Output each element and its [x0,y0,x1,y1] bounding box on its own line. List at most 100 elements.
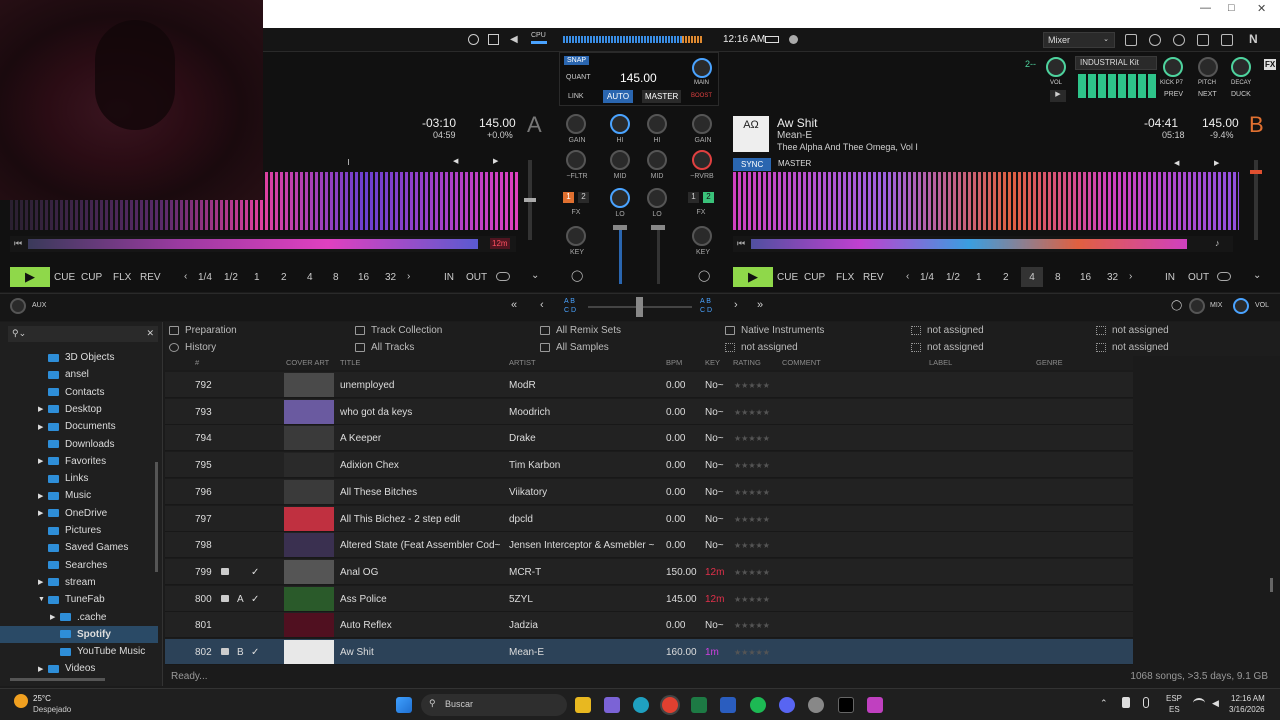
deck-b-master-button[interactable]: MASTER [778,159,811,168]
deck-b-loop-size[interactable]: 1/2 [946,272,960,283]
tree-item[interactable]: ▶ OneDrive [0,505,158,522]
gain-knob-a[interactable] [566,114,586,134]
table-row[interactable]: 793 who got da keys Moodrich 0.00 No~ ★★★★★ [165,398,1133,425]
maximize-icon[interactable]: □ [1228,2,1235,14]
caret-right-icon[interactable]: ▶ [38,665,48,673]
power-icon[interactable] [468,34,479,45]
deck-a-tempo-fader[interactable] [524,160,536,240]
hi-knob-a[interactable] [610,114,630,134]
caret-right-icon[interactable]: ▶ [38,578,48,586]
caret-right-icon[interactable]: ▶ [38,423,48,431]
deck-a-in-button[interactable]: IN [444,272,454,283]
tree-item[interactable]: Saved Games [0,539,158,556]
filter-knob-a[interactable] [566,150,586,170]
favorite-slot[interactable]: not assigned [911,325,984,336]
tree-hscrollbar[interactable] [10,678,105,681]
excel-icon[interactable] [691,697,707,713]
gain-knob-b[interactable] [692,114,712,134]
crossfader-right-icon[interactable]: › [734,299,738,311]
tree-item[interactable]: Searches [0,557,158,574]
fx-vol-knob[interactable] [1046,57,1066,77]
favorite-slot[interactable]: not assigned [1096,342,1169,353]
crossfader-handle[interactable] [636,297,643,317]
deck-b-jump-back-icon[interactable]: ◀ [1174,159,1179,167]
table-row[interactable]: 797 All This Bichez - 2 step edit dpcld 0.0… [165,505,1133,532]
lo-knob-b[interactable] [647,188,667,208]
weather-temp[interactable]: 25°C [33,694,51,703]
auto-button[interactable]: AUTO [603,90,634,103]
tree-item[interactable]: ▶ Desktop [0,401,158,418]
col-header-label[interactable]: LABEL [929,356,952,370]
tree-item[interactable]: Links [0,470,158,487]
tray-chevron-up-icon[interactable]: ⌃ [1100,698,1108,709]
app-taskbar-icon[interactable] [867,697,883,713]
keyboard-layout[interactable]: ES [1169,705,1180,714]
deck-b-chevron-down-icon[interactable]: ⌄ [1253,270,1261,281]
mic-icon[interactable] [1143,697,1149,708]
deck-b-overview[interactable]: ⏮ ♪ [733,236,1233,252]
lo-knob-a[interactable] [610,188,630,208]
table-row[interactable]: 794 A Keeper Drake 0.00 No~ ★★★★★ [165,425,1133,452]
favorite-slot[interactable]: All Remix Sets [540,325,621,336]
deck-b-note-icon[interactable]: ♪ [1215,238,1220,248]
caret-right-icon[interactable]: ▶ [38,509,48,517]
tree-item[interactable]: ansel [0,366,158,383]
usb-icon[interactable] [1122,697,1130,708]
deck-b-loop-icon[interactable] [1217,272,1231,281]
tree-item[interactable]: ▶ Music [0,487,158,504]
crossfader-fast-right-icon[interactable]: » [757,299,763,311]
table-row[interactable]: 795 Adixion Chex Tim Karbon 0.00 No~ ★★★★★ [165,452,1133,479]
quant-button[interactable]: QUANT [566,74,591,81]
table-row[interactable]: 796 All These Bitches Viikatory 0.00 No~ ★★★★… [165,478,1133,505]
master-clock-button[interactable]: MASTER [642,90,682,103]
tree-item[interactable]: ▶ Videos [0,660,158,677]
language-code[interactable]: ESP [1166,694,1182,703]
deck-b-loop-size[interactable]: 1 [976,272,982,283]
deck-b-back-to-start-icon[interactable]: ⏮ [737,238,745,249]
deck-a-chevron-down-icon[interactable]: ⌄ [531,270,539,281]
deck-a-jump-forward-icon[interactable]: ▶ [493,157,498,165]
deck-a-rev-button[interactable]: REV [140,272,161,283]
deck-a-overview[interactable]: ⏮ 12m [10,236,516,252]
pitch-knob[interactable] [1198,57,1218,77]
deck-b-tempo-fader[interactable] [1250,160,1262,240]
link-icon[interactable] [1173,34,1185,46]
tree-item[interactable]: Pictures [0,522,158,539]
favorite-slot[interactable]: not assigned [725,342,798,353]
col-header-num[interactable]: # [195,356,199,370]
fx-b-1-button[interactable]: 1 [688,192,699,203]
duck-button[interactable]: DUCK [1231,91,1251,98]
clear-search-icon[interactable]: ✕ [146,328,154,339]
app-icon[interactable] [808,697,824,713]
deck-b-loop-left-icon[interactable]: ‹ [906,271,909,282]
table-row[interactable]: 802 B ✓ Aw Shit Mean-E 160.00 1m ★★★★★ [165,639,1133,665]
deck-a-loop-size[interactable]: 32 [385,272,396,283]
deck-a-back-to-start-icon[interactable]: ⏮ [14,238,22,249]
caret-right-icon[interactable]: ▶ [38,405,48,413]
taskbar-time[interactable]: 12:16 AM [1231,694,1265,703]
list-icon[interactable] [1125,34,1137,46]
taskbar-date[interactable]: 3/16/2026 [1229,705,1265,714]
pattern-grid[interactable] [1078,74,1158,98]
deck-a-play-button[interactable]: ▶ [10,267,50,287]
deck-b-out-button[interactable]: OUT [1188,272,1209,283]
crossfader-right-assign[interactable]: A BC D [700,297,724,315]
col-header-rating[interactable]: RATING [733,356,761,370]
main-volume-knob[interactable] [692,58,712,78]
favorite-slot[interactable]: Track Collection [355,325,442,336]
deck-b-waveform[interactable] [733,172,1239,230]
deck-a-loop-size[interactable]: 8 [333,272,339,283]
file-explorer-icon[interactable] [575,697,591,713]
deck-b-jump-forward-icon[interactable]: ▶ [1214,159,1219,167]
deck-b-loop-size-active[interactable]: 4 [1021,267,1043,287]
deck-b-loop-size[interactable]: 8 [1055,272,1061,283]
deck-b-cue-button[interactable]: CUE [777,272,798,283]
fx-kit-select[interactable]: INDUSTRIAL Kit [1075,56,1157,70]
fx-play-button[interactable]: ▶ [1050,90,1066,102]
deck-b-flx-button[interactable]: FLX [836,272,854,283]
table-row[interactable]: 800 A ✓ Ass Police 5ZYL 145.00 12m ★★★★★ [165,585,1133,612]
tree-search-input[interactable]: ⚲⌄ ✕ [8,326,158,342]
deck-a-loop-marker[interactable]: 12m [490,238,510,249]
deck-a-loop-size[interactable]: 1/2 [224,272,238,283]
deck-a-loop-size[interactable]: 4 [307,272,313,283]
